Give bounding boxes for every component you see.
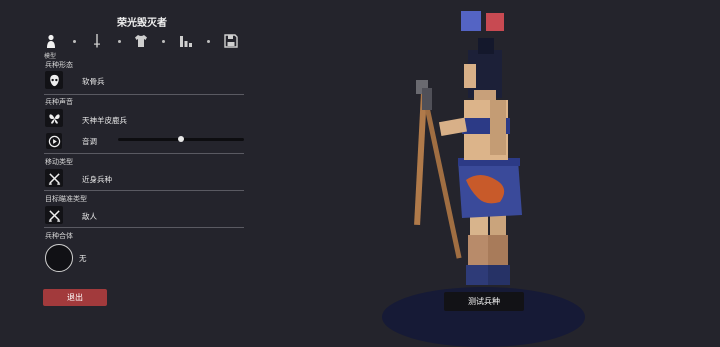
tab-weapon[interactable] [88, 32, 106, 50]
floppy-disk-icon [224, 34, 238, 48]
test-unit-button[interactable]: 测试兵种 [444, 292, 524, 311]
divider [44, 190, 244, 191]
shirt-icon [135, 35, 147, 47]
bar-chart-icon [180, 36, 192, 47]
targeting-section-label: 目标瞄准类型 [45, 195, 87, 203]
movement-value: 近身兵种 [82, 175, 112, 184]
divider [44, 153, 244, 154]
play-voice-button[interactable] [46, 133, 62, 149]
unit-title: 荣光毁灭者 [117, 18, 167, 29]
active-tab-label: 模型 [44, 53, 57, 60]
play-icon [48, 135, 60, 147]
tab-stats[interactable] [177, 32, 195, 50]
fusion-selector[interactable] [45, 244, 73, 272]
melee-crossed-swords-icon [48, 172, 60, 185]
targeting-value: 敌人 [82, 212, 97, 221]
tab-unit[interactable] [42, 32, 60, 50]
form-value: 软骨兵 [82, 77, 105, 86]
crossed-swords-icon [48, 209, 60, 222]
tab-separator [73, 40, 76, 43]
fusion-section-label: 兵种合体 [45, 232, 73, 240]
tab-armor[interactable] [132, 32, 150, 50]
tab-save[interactable] [222, 32, 240, 50]
pitch-slider[interactable] [118, 136, 244, 142]
tab-separator [162, 40, 165, 43]
exit-button[interactable]: 退出 [43, 289, 107, 306]
tab-separator [118, 40, 121, 43]
color-swatch-blue[interactable] [461, 11, 481, 31]
movement-section-label: 移动类型 [45, 158, 73, 166]
sword-icon [94, 34, 100, 48]
targeting-selector[interactable] [45, 206, 63, 224]
form-section-label: 兵种形态 [45, 61, 73, 69]
divider [44, 227, 244, 228]
voice-selector[interactable] [45, 109, 63, 127]
butterfly-icon [48, 113, 60, 124]
divider [44, 94, 244, 95]
pitch-label: 音调 [82, 137, 97, 146]
voice-section-label: 兵种声音 [45, 98, 73, 106]
form-selector[interactable] [45, 71, 63, 89]
unit-editor-panel: 荣光毁灭者 模型 兵种形态 软骨兵 兵种声音 天神羊皮鹿兵 音调 移动类型 近身… [0, 0, 250, 324]
person-icon [47, 34, 55, 48]
tab-separator [207, 40, 210, 43]
movement-selector[interactable] [45, 169, 63, 187]
color-swatch-red[interactable] [486, 13, 504, 31]
unit-preview-model[interactable] [400, 30, 540, 295]
voice-value: 天神羊皮鹿兵 [82, 116, 127, 125]
fusion-value: 无 [79, 254, 87, 263]
skull-mask-icon [49, 74, 59, 86]
pitch-slider-knob[interactable] [178, 136, 184, 142]
editor-tabs [42, 32, 247, 54]
